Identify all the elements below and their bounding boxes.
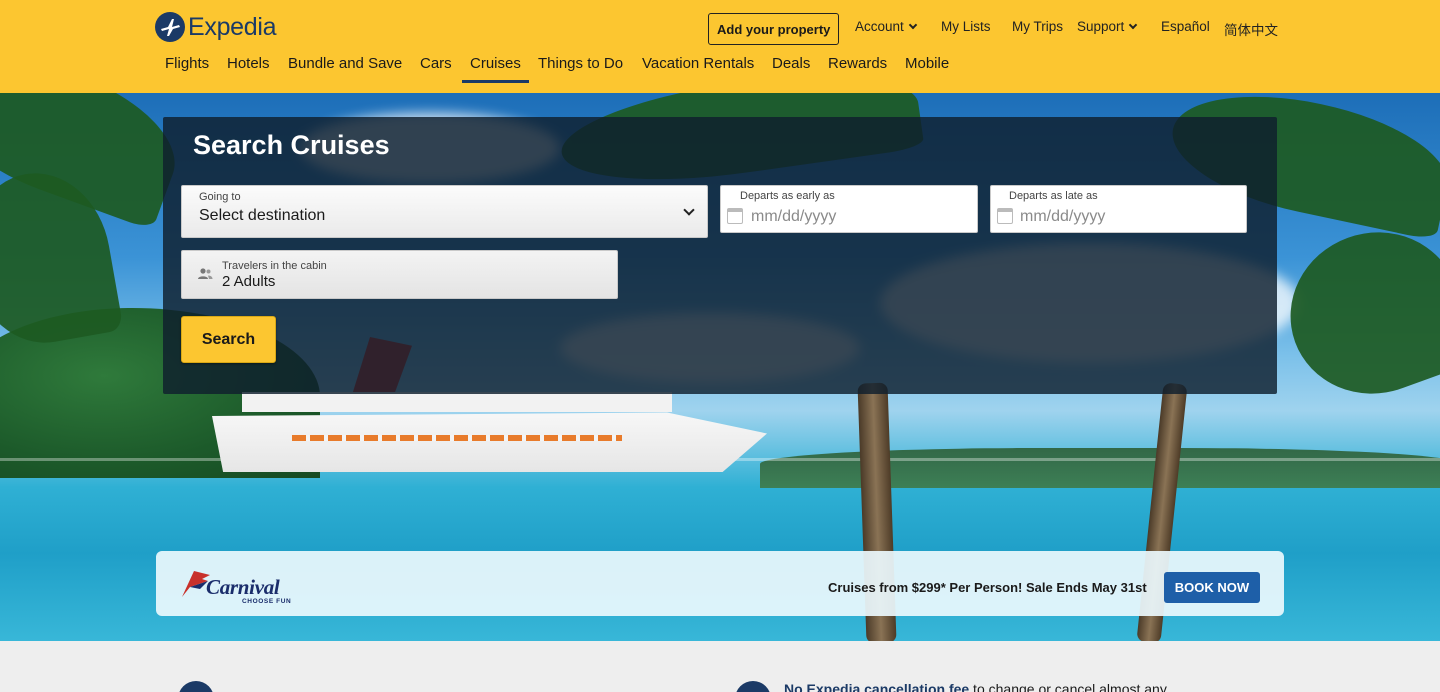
support-label: Support	[1077, 19, 1125, 34]
search-title: Search Cruises	[193, 130, 390, 160]
nav-bundle-and-save[interactable]: Bundle and Save	[288, 55, 402, 83]
my-trips-link[interactable]: My Trips	[1012, 19, 1063, 34]
departs-late-field[interactable]: Departs as late as mm/dd/yyyy	[990, 185, 1247, 233]
support-menu[interactable]: Support	[1077, 19, 1138, 34]
cruise-ship	[212, 337, 767, 477]
carnival-logo: Carnival CHOOSE FUN	[180, 569, 296, 607]
ship-lifeboats	[292, 435, 622, 441]
benefit-icon	[178, 681, 214, 692]
travelers-label: Travelers in the cabin	[222, 260, 327, 272]
nav-deals[interactable]: Deals	[772, 55, 810, 83]
espanol-link[interactable]: Español	[1161, 19, 1210, 34]
my-lists-link[interactable]: My Lists	[941, 19, 991, 34]
travelers-field[interactable]: Travelers in the cabin 2 Adults	[181, 250, 618, 299]
main-nav: Flights Hotels Bundle and Save Cars Crui…	[0, 55, 1440, 85]
header: Expedia Add your property Account My Lis…	[0, 0, 1440, 93]
palm-frond	[1267, 208, 1440, 418]
carnival-wordmark: Carnival	[206, 575, 280, 599]
destination-label: Going to	[199, 191, 241, 203]
benefits-section: No Expedia cancellation fee to change or…	[0, 641, 1440, 692]
benefit-icon	[735, 681, 771, 692]
chevron-down-icon	[908, 20, 918, 30]
departs-early-label: Departs as early as	[740, 190, 835, 202]
departs-late-placeholder: mm/dd/yyyy	[1020, 208, 1106, 225]
destination-select[interactable]: Going to Select destination	[181, 185, 708, 238]
account-menu[interactable]: Account	[855, 19, 918, 34]
nav-cruises[interactable]: Cruises	[462, 55, 529, 83]
nav-rewards[interactable]: Rewards	[828, 55, 887, 83]
chinese-link[interactable]: 简体中文	[1224, 19, 1278, 39]
search-button[interactable]: Search	[181, 316, 276, 363]
benefit-text: No Expedia cancellation fee to change or…	[784, 681, 1167, 692]
chevron-down-icon	[683, 204, 695, 216]
calendar-icon	[727, 208, 743, 224]
book-now-button[interactable]: BOOK NOW	[1164, 572, 1260, 603]
cancellation-fee-link[interactable]: No Expedia cancellation fee	[784, 681, 969, 692]
ship-deck	[242, 392, 672, 412]
departs-early-field[interactable]: Departs as early as mm/dd/yyyy	[720, 185, 978, 233]
search-cruises-panel: Search Cruises Going to Select destinati…	[163, 117, 1277, 394]
nav-mobile[interactable]: Mobile	[905, 55, 949, 83]
nav-vacation-rentals[interactable]: Vacation Rentals	[642, 55, 754, 83]
top-links: Account My Lists My Trips Support Españo…	[0, 19, 1440, 39]
departs-early-placeholder: mm/dd/yyyy	[751, 208, 837, 225]
account-label: Account	[855, 19, 904, 34]
nav-flights[interactable]: Flights	[165, 55, 209, 83]
benefit-rest: to change or cancel almost any	[969, 681, 1167, 692]
travelers-value: 2 Adults	[222, 273, 276, 290]
nav-things-to-do[interactable]: Things to Do	[538, 55, 623, 83]
departs-late-label: Departs as late as	[1009, 190, 1098, 202]
nav-cars[interactable]: Cars	[420, 55, 452, 83]
chevron-down-icon	[1129, 20, 1138, 30]
promo-text: Cruises from $299* Per Person! Sale Ends…	[828, 580, 1147, 595]
people-icon	[198, 268, 213, 279]
carnival-promo-banner[interactable]: Carnival CHOOSE FUN Cruises from $299* P…	[156, 551, 1284, 616]
carnival-tagline: CHOOSE FUN	[242, 598, 292, 605]
calendar-icon	[997, 208, 1013, 224]
destination-value: Select destination	[199, 207, 326, 224]
nav-hotels[interactable]: Hotels	[227, 55, 270, 83]
